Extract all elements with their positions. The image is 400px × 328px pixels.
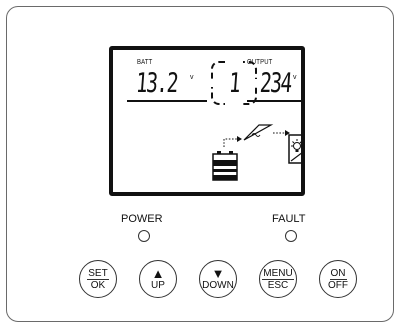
battery-icon — [212, 151, 238, 181]
lcd-display: BATT 13.2 v 1 OUTPUT 234 v — [109, 46, 305, 196]
down-label: DOWN — [202, 279, 234, 291]
esc-label: ESC — [267, 279, 289, 291]
dotted-arrow-icon — [223, 136, 242, 147]
up-button[interactable]: ▲ UP — [139, 260, 177, 298]
set-ok-button[interactable]: SET OK — [79, 260, 117, 298]
energy-flow-graphic — [212, 124, 301, 181]
off-label: OFF — [328, 279, 348, 291]
bulb-load-icon — [288, 134, 301, 164]
up-label: UP — [151, 279, 165, 291]
ac-wave-icon — [243, 124, 274, 141]
down-button[interactable]: ▼ DOWN — [199, 260, 237, 298]
power-led — [138, 230, 150, 242]
ok-label: OK — [90, 279, 106, 291]
menu-label: MENU — [262, 267, 294, 280]
on-off-button[interactable]: ON OFF — [319, 260, 357, 298]
fault-led — [285, 230, 297, 242]
fault-label: FAULT — [272, 213, 306, 225]
up-arrow-icon: ▲ — [151, 265, 165, 281]
dotted-arrow-icon — [273, 130, 290, 136]
menu-esc-button[interactable]: MENU ESC — [259, 260, 297, 298]
on-label: ON — [329, 267, 347, 280]
down-arrow-icon: ▼ — [211, 265, 225, 281]
set-label: SET — [87, 267, 109, 280]
control-panel: BATT 13.2 v 1 OUTPUT 234 v POWER FAULT S… — [6, 6, 394, 322]
power-label: POWER — [121, 213, 163, 225]
